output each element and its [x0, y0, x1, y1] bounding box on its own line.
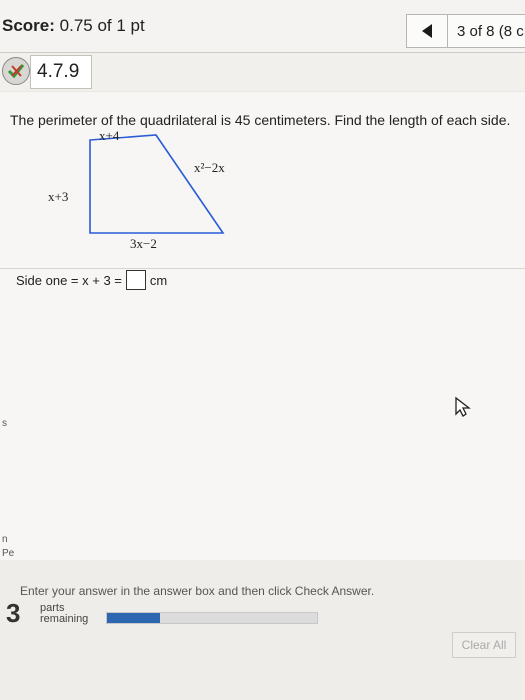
- mouse-cursor-icon: [455, 396, 471, 417]
- edge-artifact-n: n: [2, 534, 8, 545]
- answer-prefix: Side one = x + 3 =: [16, 272, 122, 288]
- parts-progress-bar: [106, 612, 318, 624]
- parts-label-line2: remaining: [40, 613, 89, 625]
- answer-unit: cm: [149, 272, 168, 288]
- side-label-top: x+4: [99, 128, 120, 143]
- parts-remaining-label: parts remaining: [40, 603, 88, 625]
- instruction-hint: Enter your answer in the answer box and …: [20, 584, 375, 598]
- footer-panel: [0, 560, 525, 700]
- answer-input-box[interactable]: [125, 270, 146, 290]
- clear-all-button[interactable]: Clear All: [452, 632, 516, 658]
- edge-artifact-pe: Pe: [2, 548, 15, 559]
- edge-artifact-s: s: [2, 418, 7, 429]
- answer-row: Side one = x + 3 = cm: [16, 270, 167, 290]
- parts-progress-fill: [107, 613, 160, 623]
- quadrilateral-shape: [89, 134, 225, 234]
- parts-remaining-count: 3: [6, 598, 21, 628]
- side-label-right: x²−2x: [194, 160, 225, 175]
- side-label-left: x+3: [48, 189, 69, 204]
- side-label-bottom: 3x−2: [130, 236, 157, 251]
- divider: [0, 268, 525, 269]
